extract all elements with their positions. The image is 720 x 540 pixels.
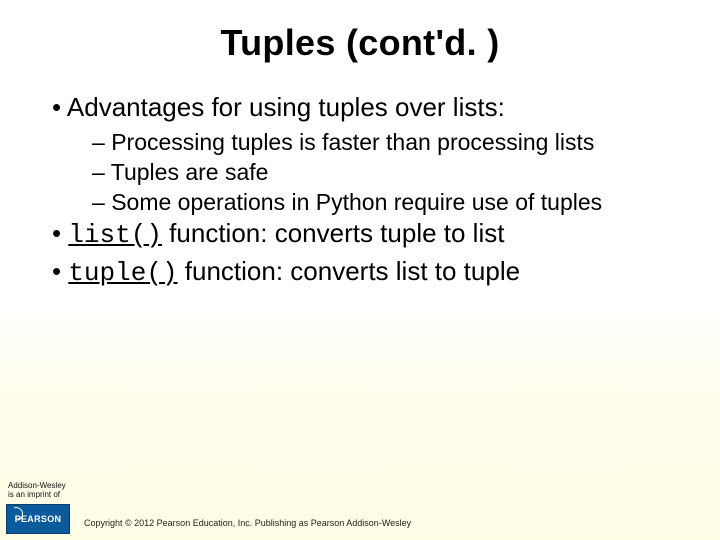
- slide-content: Advantages for using tuples over lists: …: [40, 92, 680, 289]
- code-tuple: tuple(): [68, 258, 177, 288]
- bullet-tuple-function: tuple() function: converts list to tuple: [40, 256, 680, 290]
- bullet-list-function: list() function: converts tuple to list: [40, 218, 680, 252]
- text-tuple-desc: function: converts list to tuple: [178, 256, 521, 286]
- subbullet-tuples-safe: Tuples are safe: [40, 158, 680, 186]
- imprint-line2: is an imprint of: [8, 491, 66, 500]
- bullet-advantages: Advantages for using tuples over lists:: [40, 92, 680, 124]
- imprint-text: Addison-Wesley is an imprint of: [8, 482, 66, 500]
- pearson-logo: PEARSON: [6, 504, 70, 534]
- copyright-text: Copyright © 2012 Pearson Education, Inc.…: [84, 518, 411, 528]
- slide: Tuples (cont'd. ) Advantages for using t…: [0, 0, 720, 540]
- code-list: list(): [68, 220, 162, 250]
- text-list-desc: function: converts tuple to list: [162, 218, 505, 248]
- slide-title: Tuples (cont'd. ): [40, 22, 680, 64]
- footer: Addison-Wesley is an imprint of PEARSON …: [0, 484, 720, 540]
- subbullet-processing-faster: Processing tuples is faster than process…: [40, 128, 680, 156]
- subbullet-python-require: Some operations in Python require use of…: [40, 188, 680, 216]
